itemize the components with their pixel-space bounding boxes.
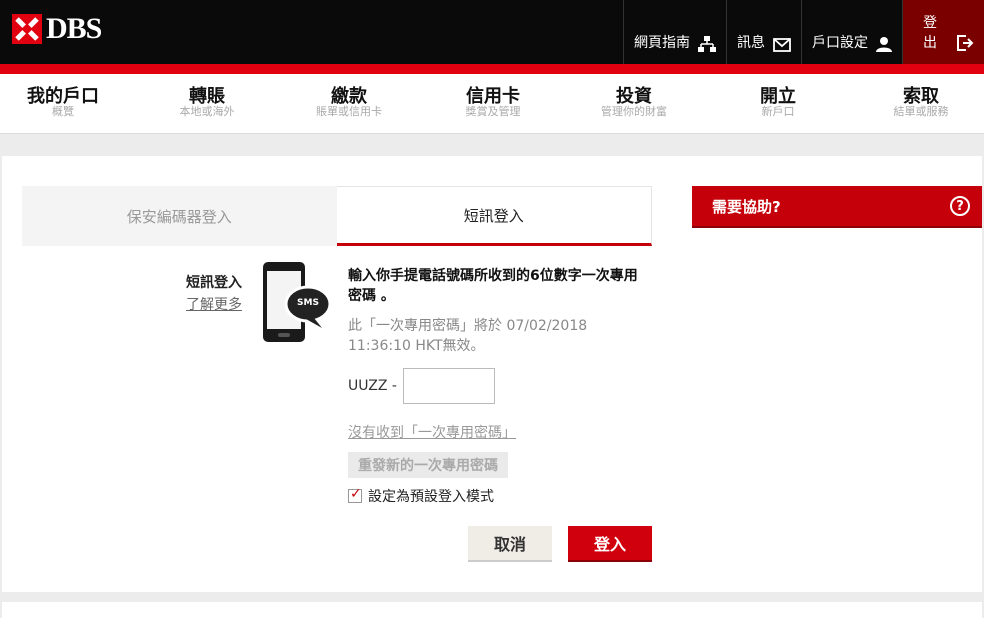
nav-payment[interactable]: 繳款 賬單或信用卡 bbox=[306, 86, 392, 118]
nav-my-accounts[interactable]: 我的戶口 概覽 bbox=[26, 86, 100, 118]
top-nav-account-settings[interactable]: 戶口設定 bbox=[801, 0, 902, 64]
tab-sms-login[interactable]: 短訊登入 bbox=[336, 186, 652, 246]
otp-expiry-text: 此「一次專用密碼」將於 07/02/2018 11:36:10 HKT無效。 bbox=[348, 318, 588, 354]
logout-icon bbox=[956, 34, 974, 52]
sitemap-icon bbox=[698, 36, 716, 52]
nav-credit-card[interactable]: 信用卡 獎賞及管理 bbox=[456, 86, 530, 118]
otp-prefix: UUZZ - bbox=[348, 378, 397, 394]
question-icon: ? bbox=[950, 196, 970, 216]
checkmark-icon: ✓ bbox=[350, 486, 362, 502]
login-card: 保安編碼器登入 短訊登入 短訊登入 了解更多 SMS 輸入你手提電話號碼所收到的… bbox=[2, 156, 982, 592]
cancel-button[interactable]: 取消 bbox=[468, 526, 552, 562]
nav-subtitle: 新戶口 bbox=[761, 105, 795, 118]
default-login-checkbox[interactable]: ✓ bbox=[348, 486, 362, 503]
top-nav-label: 網頁指南 bbox=[634, 35, 690, 51]
sms-badge-label: SMS bbox=[297, 298, 319, 308]
top-nav-sitemap[interactable]: 網頁指南 bbox=[623, 0, 726, 64]
nav-investment[interactable]: 投資 管理你的財富 bbox=[594, 86, 674, 118]
nav-transfer[interactable]: 轉賬 本地或海外 bbox=[170, 86, 244, 118]
nav-subtitle: 本地或海外 bbox=[179, 105, 235, 118]
sms-login-title: 短訊登入 bbox=[186, 275, 242, 291]
help-panel-header[interactable]: 需要協助? ? bbox=[692, 186, 982, 228]
top-nav-label: 登出 bbox=[923, 15, 937, 51]
top-nav-messages[interactable]: 訊息 bbox=[726, 0, 801, 64]
top-bar: DBS 網頁指南 訊息 戶口設定 登出 bbox=[0, 0, 984, 64]
sms-login-info: 短訊登入 了解更多 bbox=[172, 272, 242, 314]
help-label: 需要協助? bbox=[712, 197, 781, 216]
nav-subtitle: 管理你的財富 bbox=[601, 105, 667, 118]
nav-open-account[interactable]: 開立 新戶口 bbox=[748, 86, 808, 118]
otp-row: UUZZ - bbox=[348, 368, 648, 404]
tab-security-token[interactable]: 保安編碼器登入 bbox=[22, 186, 337, 246]
top-nav-logout[interactable]: 登出 bbox=[902, 0, 984, 64]
top-nav-label: 訊息 bbox=[737, 35, 765, 51]
dbs-logo-mark-icon bbox=[12, 14, 42, 44]
otp-instruction: 輸入你手提電話號碼所收到的6位數字一次專用密碼 。 bbox=[348, 268, 638, 304]
main-navigation: 我的戶口 概覽 轉賬 本地或海外 繳款 賬單或信用卡 信用卡 獎賞及管理 投資 … bbox=[0, 74, 984, 134]
default-login-option: ✓ 設定為預設登入模式 bbox=[348, 486, 494, 506]
login-button[interactable]: 登入 bbox=[568, 526, 652, 562]
top-nav-label: 戶口設定 bbox=[812, 35, 868, 51]
default-login-label: 設定為預設登入模式 bbox=[368, 489, 494, 505]
dbs-logo[interactable]: DBS bbox=[12, 12, 102, 45]
resend-otp-button[interactable]: 重發新的一次專用密碼 bbox=[348, 452, 508, 478]
nav-subtitle: 結單或服務 bbox=[893, 105, 949, 118]
login-method-tabs: 保安編碼器登入 短訊登入 bbox=[22, 186, 652, 246]
phone-sms-icon: SMS bbox=[262, 262, 334, 346]
brand-red-bar bbox=[0, 64, 984, 74]
top-navigation: 網頁指南 訊息 戶口設定 登出 bbox=[623, 0, 984, 64]
mail-icon bbox=[773, 38, 791, 52]
nav-subtitle: 獎賞及管理 bbox=[465, 105, 521, 118]
brand-name: DBS bbox=[46, 12, 102, 45]
learn-more-link[interactable]: 了解更多 bbox=[172, 294, 242, 314]
otp-not-received-link[interactable]: 沒有收到「一次專用密碼」 bbox=[348, 422, 516, 442]
footer-strip bbox=[2, 602, 982, 618]
nav-subtitle: 賬單或信用卡 bbox=[316, 105, 382, 118]
otp-input[interactable] bbox=[402, 368, 495, 404]
nav-request[interactable]: 索取 結單或服務 bbox=[884, 86, 958, 118]
user-icon bbox=[876, 36, 892, 52]
otp-form: 輸入你手提電話號碼所收到的6位數字一次專用密碼 。 此「一次專用密碼」將於 07… bbox=[348, 266, 648, 478]
